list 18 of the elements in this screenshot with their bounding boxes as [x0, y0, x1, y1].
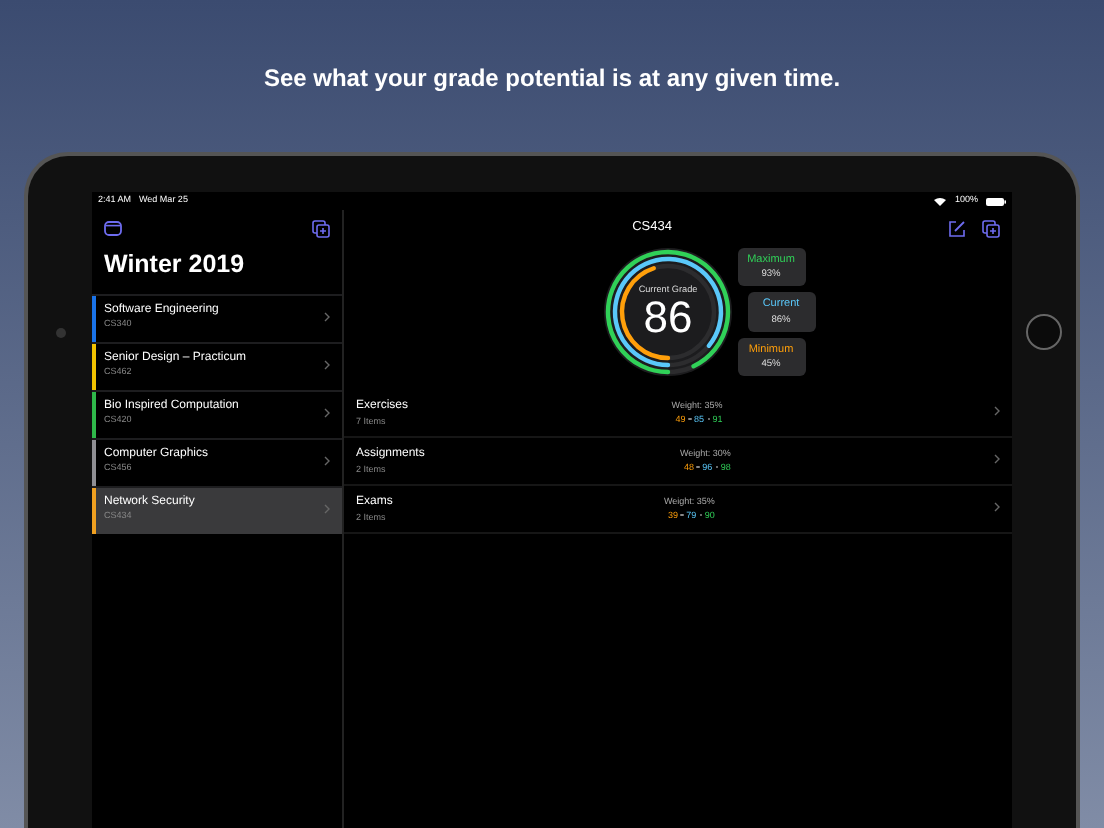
chevron-icon	[994, 501, 1000, 512]
duplicate-plus-icon[interactable]	[312, 219, 330, 237]
chevron-icon	[993, 453, 1000, 464]
compose-icon[interactable]	[948, 219, 966, 237]
chevron-icon	[324, 359, 330, 370]
duplicate-plus-icon[interactable]	[982, 219, 1000, 237]
camera-dot	[55, 327, 65, 337]
chevron-icon	[324, 311, 330, 322]
battery-icon	[986, 197, 1006, 205]
caption: See what your grade potential is at any given time.	[261, 62, 843, 96]
chevron-icon	[324, 503, 330, 514]
chevron-icon	[324, 407, 330, 418]
chevron-icon	[324, 455, 330, 466]
chevron-icon	[993, 405, 1000, 416]
semester-title: Winter 2019	[102, 248, 247, 282]
calendar-icon[interactable]	[104, 220, 122, 236]
wifi-icon	[934, 197, 947, 205]
home-button[interactable]	[1026, 314, 1062, 350]
